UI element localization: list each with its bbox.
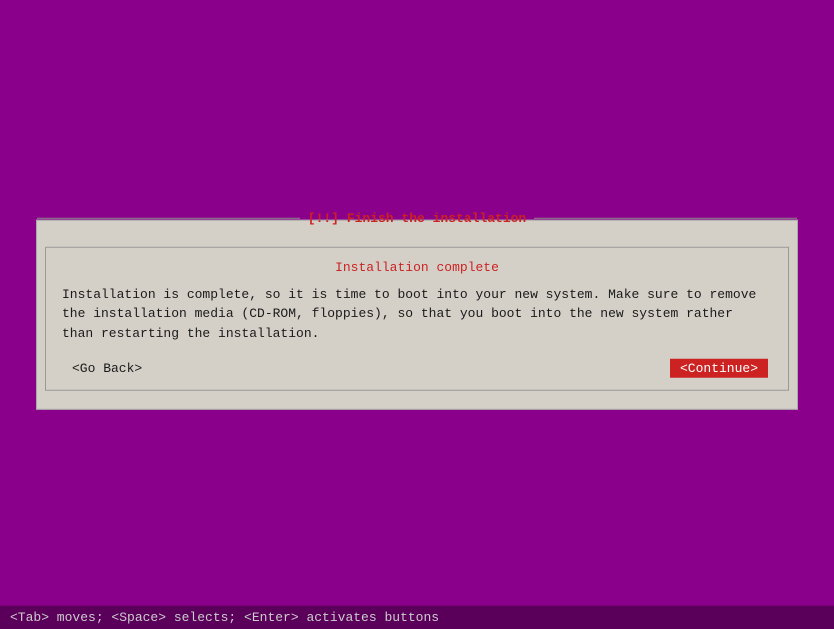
statusbar: <Tab> moves; <Space> selects; <Enter> ac… xyxy=(0,605,834,629)
go-back-button[interactable]: <Go Back> xyxy=(66,359,148,378)
dialog-title: [!!] Finish the installation xyxy=(300,210,534,225)
dialog-title-bar: [!!] Finish the installation xyxy=(37,210,797,225)
statusbar-text: <Tab> moves; <Space> selects; <Enter> ac… xyxy=(10,610,439,625)
screen: [!!] Finish the installation Installatio… xyxy=(0,0,834,629)
dialog-buttons: <Go Back> <Continue> xyxy=(62,359,772,378)
dialog-subtitle: Installation complete xyxy=(62,259,772,274)
dialog-body: Installation is complete, so it is time … xyxy=(62,284,772,343)
dialog-inner: Installation complete Installation is co… xyxy=(45,246,789,391)
continue-button[interactable]: <Continue> xyxy=(670,359,768,378)
title-line-right xyxy=(534,217,797,218)
title-line-left xyxy=(37,217,300,218)
body-text: Installation is complete, so it is time … xyxy=(62,286,756,340)
dialog-container: [!!] Finish the installation Installatio… xyxy=(36,219,798,410)
